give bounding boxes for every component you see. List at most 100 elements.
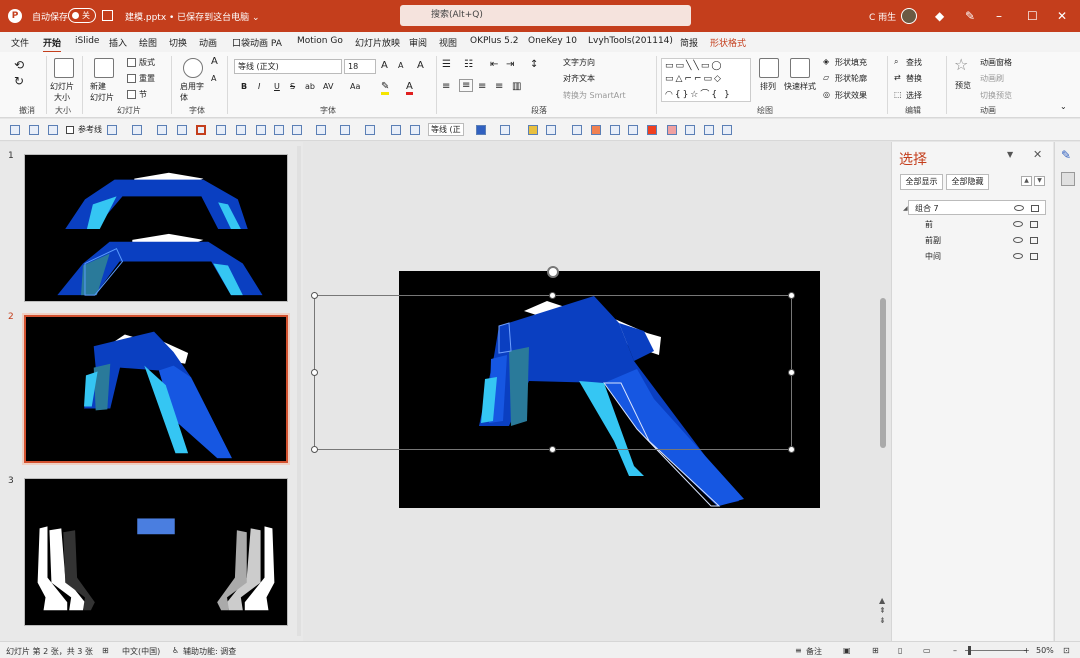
- bullets-icon[interactable]: ☰: [442, 59, 451, 70]
- shapes-row-icon[interactable]: ◠{}☆⌒{ }: [665, 87, 732, 100]
- selection-item[interactable]: 前副: [908, 233, 1046, 248]
- numbering-icon[interactable]: ☷: [464, 59, 473, 70]
- lock-icon[interactable]: [1030, 253, 1038, 260]
- tab-animations[interactable]: 动画: [199, 36, 217, 49]
- qat-tool-icon[interactable]: [316, 125, 326, 135]
- tab-motion-go[interactable]: Motion Go: [297, 36, 343, 46]
- animation-painter-button[interactable]: 动画刷: [980, 73, 1004, 84]
- slideshow-icon[interactable]: ▭: [923, 646, 931, 655]
- qat-tool-icon[interactable]: [10, 125, 20, 135]
- qat-tool-icon[interactable]: [610, 125, 620, 135]
- select-button[interactable]: 选择: [906, 90, 922, 101]
- qat-tool-icon[interactable]: [132, 125, 142, 135]
- qat-tool-icon[interactable]: [340, 125, 350, 135]
- selection-item[interactable]: 中间: [908, 249, 1046, 264]
- quick-styles-icon[interactable]: [790, 58, 810, 78]
- tab-slideshow[interactable]: 幻灯片放映: [355, 36, 400, 49]
- clear-format-icon[interactable]: A: [417, 60, 424, 71]
- grow-font-icon[interactable]: A: [211, 56, 218, 67]
- switch-preview-button[interactable]: 切换预览: [980, 90, 1012, 101]
- qat-tool-icon[interactable]: [722, 125, 732, 135]
- tab-briefing[interactable]: 简报: [680, 36, 698, 49]
- spelling-icon[interactable]: ⊞: [102, 646, 109, 655]
- selection-pane-toggle-icon[interactable]: [1061, 172, 1075, 186]
- shape-effects-button[interactable]: 形状效果: [835, 90, 867, 101]
- char-spacing-button[interactable]: AV: [323, 82, 333, 91]
- autosave-toggle[interactable]: 关: [68, 8, 96, 23]
- slide-thumbnail-1[interactable]: [24, 154, 288, 302]
- qat-tool-icon[interactable]: [667, 125, 677, 135]
- resize-handle[interactable]: [788, 446, 795, 453]
- italic-button[interactable]: I: [258, 82, 260, 91]
- close-icon[interactable]: ✕: [1057, 8, 1067, 24]
- qat-tool-icon[interactable]: [500, 125, 510, 135]
- qat-tool-icon[interactable]: [628, 125, 638, 135]
- quick-styles-button[interactable]: 快速样式: [784, 81, 816, 92]
- selection-item[interactable]: 前: [908, 217, 1046, 232]
- reset-button[interactable]: 重置: [139, 73, 155, 84]
- align-center-icon[interactable]: ≡: [459, 79, 474, 92]
- scroll-up-icon[interactable]: ▲: [879, 596, 885, 605]
- underline-button[interactable]: U: [274, 82, 280, 91]
- send-backward-icon[interactable]: ▼: [1034, 176, 1045, 186]
- qat-tool-icon[interactable]: [107, 125, 117, 135]
- shapes-gallery[interactable]: ▭▭╲╲▭◯ ▭△⌐⌐▭◇ ◠{}☆⌒{ }: [661, 58, 751, 102]
- tab-review[interactable]: 审阅: [409, 36, 427, 49]
- qat-tool-icon[interactable]: [546, 125, 556, 135]
- visibility-eye-icon[interactable]: [1013, 221, 1023, 227]
- slide-thumbnail-3[interactable]: [24, 478, 288, 626]
- outdent-icon[interactable]: ⇥: [506, 59, 514, 70]
- qat-tool-icon[interactable]: [292, 125, 302, 135]
- qat-tool-icon[interactable]: [647, 125, 657, 135]
- qat-tool-icon[interactable]: [48, 125, 58, 135]
- zoom-slider-thumb[interactable]: [968, 646, 971, 655]
- find-button[interactable]: 查找: [906, 57, 922, 68]
- tab-home[interactable]: 开始: [43, 36, 62, 53]
- qat-tool-icon[interactable]: [572, 125, 582, 135]
- prev-slide-icon[interactable]: ⇞: [879, 606, 886, 615]
- fit-slide-icon[interactable]: ⊡: [1063, 646, 1070, 655]
- font-name-dropdown[interactable]: 等线 (正文): [234, 59, 342, 74]
- justify-icon[interactable]: ≡: [495, 81, 503, 92]
- document-title[interactable]: 建模.pptx • 已保存到这台电脑 ⌄: [125, 10, 260, 23]
- pen-icon[interactable]: ✎: [965, 8, 975, 24]
- notes-icon[interactable]: ≡: [795, 646, 802, 655]
- line-spacing-icon[interactable]: ↕: [530, 59, 538, 70]
- bring-forward-icon[interactable]: ▲: [1021, 176, 1032, 186]
- zoom-out-icon[interactable]: –: [953, 646, 957, 655]
- font-size-dropdown[interactable]: 18: [344, 59, 376, 74]
- shapes-row-icon[interactable]: ▭△⌐⌐▭◇: [665, 74, 723, 84]
- accessibility-icon[interactable]: ♿: [172, 646, 179, 655]
- qat-tool-icon[interactable]: [365, 125, 375, 135]
- tab-islide[interactable]: iSlide: [75, 36, 99, 46]
- close-pane-icon[interactable]: ✕: [1033, 148, 1042, 161]
- accessibility-status[interactable]: 辅助功能: 调查: [183, 646, 236, 657]
- qat-tool-icon[interactable]: [216, 125, 226, 135]
- section-button[interactable]: 节: [139, 89, 147, 100]
- qat-tool-icon[interactable]: [704, 125, 714, 135]
- align-text-button[interactable]: 对齐文本: [563, 73, 595, 84]
- strikethrough-button[interactable]: S: [290, 82, 295, 91]
- qat-tool-icon[interactable]: [236, 125, 246, 135]
- next-slide-icon[interactable]: ⇟: [879, 616, 886, 625]
- tab-draw[interactable]: 绘图: [139, 36, 157, 49]
- pane-options-icon[interactable]: ▼: [1007, 150, 1013, 159]
- shape-outline-button[interactable]: 形状轮廓: [835, 73, 867, 84]
- normal-view-icon[interactable]: ▣: [843, 646, 851, 655]
- minimize-icon[interactable]: –: [996, 8, 1002, 24]
- align-right-icon[interactable]: ≡: [478, 81, 486, 92]
- lock-icon[interactable]: [1030, 221, 1038, 228]
- preview-button[interactable]: 预览: [955, 80, 971, 91]
- qat-tool-icon[interactable]: [685, 125, 695, 135]
- slide-size-button[interactable]: 幻灯片 大小: [50, 81, 74, 103]
- language-status[interactable]: 中文(中国): [122, 646, 160, 657]
- font-color-icon[interactable]: A: [406, 81, 413, 95]
- align-left-icon[interactable]: ≡: [442, 81, 450, 92]
- canvas-scrollbar[interactable]: [880, 298, 886, 448]
- rotate-handle[interactable]: [547, 266, 559, 278]
- bold-button[interactable]: B: [241, 82, 247, 91]
- lock-icon[interactable]: [1030, 237, 1038, 244]
- arrange-button[interactable]: 排列: [760, 81, 776, 92]
- tab-okplus[interactable]: OKPlus 5.2: [470, 36, 518, 46]
- text-shadow-button[interactable]: ab: [305, 82, 315, 91]
